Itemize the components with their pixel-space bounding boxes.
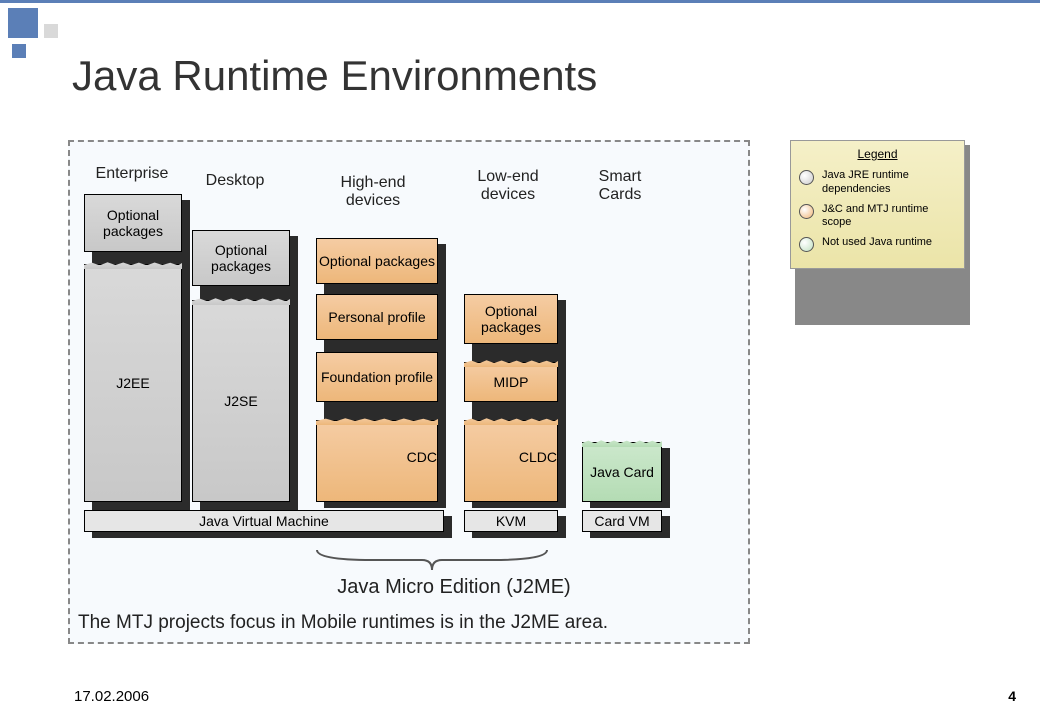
col-enterprise-header: Enterprise	[82, 165, 182, 183]
lowend-opt-pkg: Optional packages	[464, 294, 558, 344]
bottom-text: The MTJ projects focus in Mobile runtime…	[78, 612, 608, 634]
page-number: 4	[1008, 688, 1016, 704]
highend-cdc: CDC	[316, 420, 438, 502]
lowend-cldc: CLDC	[464, 420, 558, 502]
legend-circle-gray-icon	[799, 170, 814, 185]
cardvm-block: Card VM	[582, 510, 662, 532]
legend-circle-green-icon	[799, 237, 814, 252]
legend-text-mtj: J&C and MTJ runtime scope	[822, 203, 956, 231]
corner-decoration	[0, 0, 60, 60]
highend-personal-profile: Personal profile	[316, 294, 438, 340]
slide-title: Java Runtime Environments	[72, 52, 597, 100]
legend-box: Legend Java JRE runtime dependencies J&C…	[790, 140, 965, 269]
legend-text-jre: Java JRE runtime dependencies	[822, 169, 956, 197]
col-highend-header: High-end devices	[318, 174, 428, 210]
legend-title: Legend	[799, 147, 956, 161]
legend-row-notused: Not used Java runtime	[799, 236, 956, 252]
col-smartcards-header: Smart Cards	[580, 168, 660, 204]
highend-opt-pkg: Optional packages	[316, 238, 438, 284]
desktop-opt-pkg: Optional packages	[192, 230, 290, 286]
date-label: 17.02.2006	[74, 688, 149, 705]
legend-circle-orange-icon	[799, 204, 814, 219]
legend-text-notused: Not used Java runtime	[822, 236, 932, 250]
javacard-block: Java Card	[582, 442, 662, 502]
legend-row-jre: Java JRE runtime dependencies	[799, 169, 956, 197]
desktop-j2se: J2SE	[192, 300, 290, 502]
enterprise-opt-pkg: Optional packages	[84, 194, 182, 252]
highend-foundation-profile: Foundation profile	[316, 352, 438, 402]
j2me-label: Java Micro Edition (J2ME)	[314, 576, 594, 599]
legend-row-mtj: J&C and MTJ runtime scope	[799, 203, 956, 231]
jvm-block: Java Virtual Machine	[84, 510, 444, 532]
top-accent-line	[0, 0, 1040, 3]
lowend-midp: MIDP	[464, 362, 558, 402]
col-lowend-header: Low-end devices	[458, 168, 558, 204]
enterprise-j2ee: J2EE	[84, 264, 182, 502]
kvm-block: KVM	[464, 510, 558, 532]
col-desktop-header: Desktop	[190, 172, 280, 190]
j2me-brace	[312, 548, 552, 572]
